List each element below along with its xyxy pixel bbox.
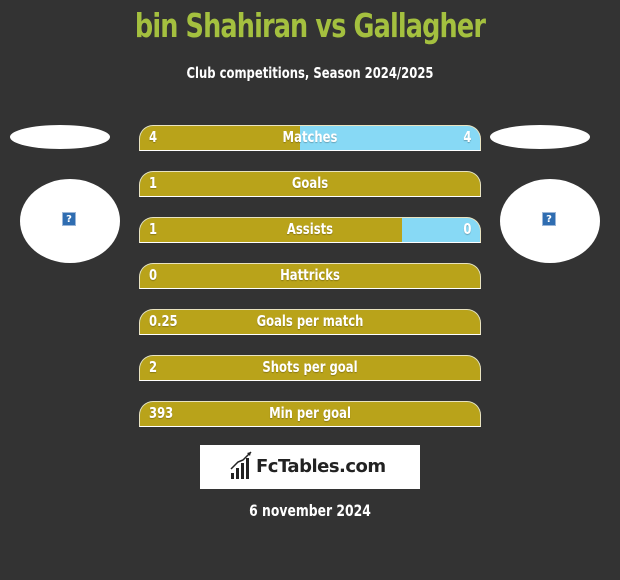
logo-text: FcTables.com <box>256 456 386 477</box>
stat-row-assists: 1 Assists 0 <box>139 217 481 243</box>
left-value: 0 <box>149 266 158 284</box>
stat-label: Hattricks <box>280 266 340 284</box>
left-value: 2 <box>149 358 158 376</box>
left-value: 1 <box>149 220 158 238</box>
left-player-name-oval <box>10 125 110 149</box>
stat-label: Matches <box>282 128 338 146</box>
page-title: bin Shahiran vs Gallagher <box>134 6 486 45</box>
broken-image-icon: ? <box>62 212 76 226</box>
bar-chart-icon <box>230 451 252 479</box>
right-player-avatar[interactable]: ? <box>500 179 600 263</box>
stat-row-matches: 4 Matches 4 <box>139 125 481 151</box>
stat-row-goals-per-match: 0.25 Goals per match <box>139 309 481 335</box>
right-value: 4 <box>462 128 471 146</box>
right-value: 0 <box>462 220 471 238</box>
stat-label: Goals <box>291 174 329 192</box>
page-subtitle: Club competitions, Season 2024/2025 <box>186 64 434 82</box>
fctables-logo[interactable]: FcTables.com <box>200 445 420 489</box>
stat-row-goals: 1 Goals <box>139 171 481 197</box>
stat-label: Goals per match <box>256 312 364 330</box>
stat-row-shots-per-goal: 2 Shots per goal <box>139 355 481 381</box>
left-value: 4 <box>149 128 158 146</box>
stat-row-hattricks: 0 Hattricks <box>139 263 481 289</box>
broken-image-icon: ? <box>542 212 556 226</box>
stat-label: Shots per goal <box>262 358 358 376</box>
right-player-name-oval <box>490 125 590 149</box>
stat-label: Min per goal <box>269 404 351 422</box>
left-player-avatar[interactable]: ? <box>20 179 120 263</box>
stat-row-min-per-goal: 393 Min per goal <box>139 401 481 427</box>
stat-label: Assists <box>286 220 334 238</box>
left-value: 1 <box>149 174 158 192</box>
date-label: 6 november 2024 <box>249 501 371 520</box>
